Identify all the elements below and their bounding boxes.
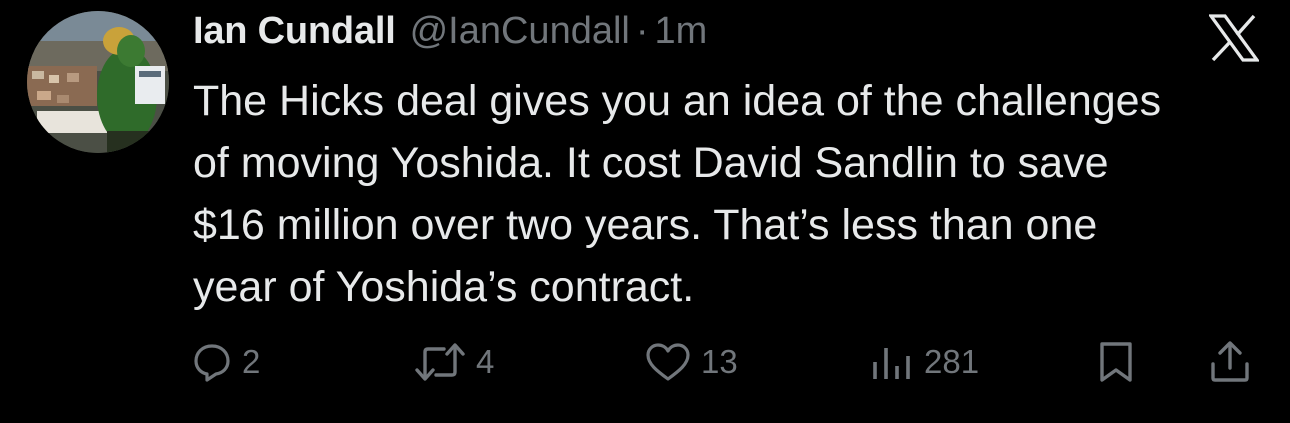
tweet-text-line: $16 million over two years. That’s less … <box>193 201 1098 249</box>
avatar-image <box>27 11 169 153</box>
tweet[interactable]: Ian Cundall @IanCundall · 1m The Hicks d… <box>0 0 1290 423</box>
tweet-header: Ian Cundall @IanCundall · 1m <box>193 10 707 60</box>
like-count: 13 <box>701 343 738 380</box>
share-icon <box>1211 341 1249 382</box>
reply-button[interactable]: 2 <box>192 337 260 387</box>
views-button[interactable]: 281 <box>870 337 979 387</box>
like-button[interactable]: 13 <box>645 337 738 387</box>
x-logo-icon <box>1207 14 1261 62</box>
separator-dot: · <box>635 10 649 52</box>
views-count: 281 <box>924 343 980 380</box>
share-button[interactable] <box>1208 337 1252 387</box>
reply-count: 2 <box>242 343 261 380</box>
reply-icon <box>194 344 230 382</box>
avatar[interactable] <box>27 11 169 153</box>
retweet-button[interactable]: 4 <box>414 337 494 387</box>
heart-icon <box>646 343 690 381</box>
retweet-count: 4 <box>476 343 495 380</box>
tweet-text-line: of moving Yoshida. It cost David Sandlin… <box>193 139 1109 187</box>
bookmark-button[interactable] <box>1096 337 1136 387</box>
tweet-actions: 2 4 13 281 <box>0 337 1290 387</box>
retweet-icon <box>415 343 465 381</box>
author-handle[interactable]: @IanCundall <box>410 10 630 53</box>
tweet-text: The Hicks deal gives you an idea of the … <box>193 70 1273 318</box>
bookmark-icon <box>1100 342 1132 382</box>
views-icon <box>873 348 910 379</box>
tweet-text-line: year of Yoshida’s contract. <box>193 263 695 311</box>
tweet-text-line: The Hicks deal gives you an idea of the … <box>193 77 1162 125</box>
author-display-name[interactable]: Ian Cundall <box>193 10 396 53</box>
tweet-timestamp[interactable]: 1m <box>655 10 708 53</box>
